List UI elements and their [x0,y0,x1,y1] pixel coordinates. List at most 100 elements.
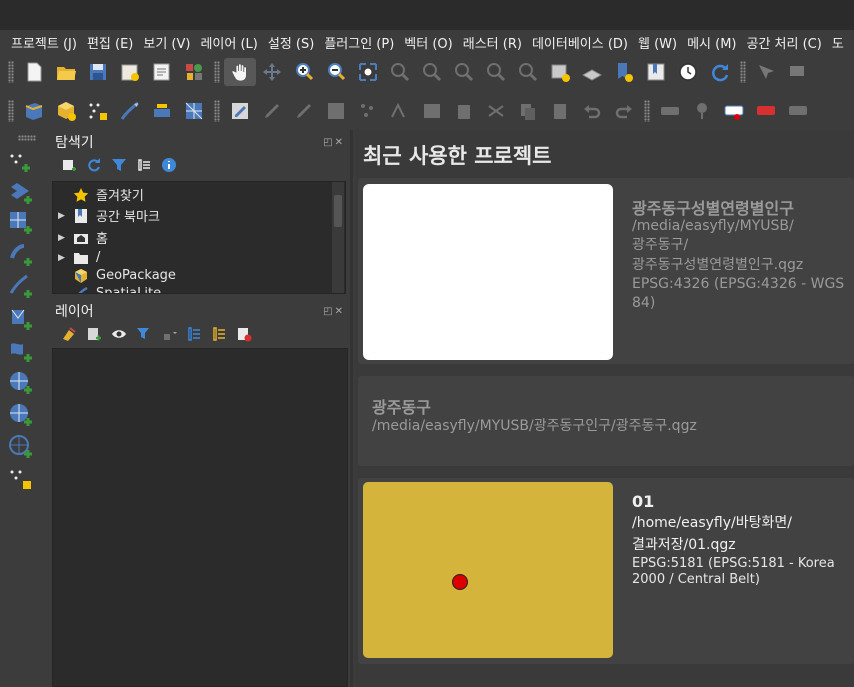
new-geopackage-layer-icon[interactable] [50,97,82,125]
toolbar-grip[interactable] [8,61,14,83]
zoom-native-icon[interactable] [448,58,480,86]
save-project-icon[interactable] [82,58,114,86]
tree-item-spatial-bookmarks[interactable]: ▶ 공간 북마크 [53,205,333,226]
menu-web[interactable]: 웹 (W) [633,33,682,52]
tree-item-home[interactable]: ▶ 홈 [53,227,333,248]
filter-icon[interactable] [106,154,131,176]
label-red-icon[interactable] [750,97,782,125]
zoom-to-layer-icon[interactable] [416,58,448,86]
add-point-icon[interactable] [352,97,384,125]
new-temporary-layer-icon[interactable] [82,97,114,125]
panel-float-close-icon[interactable]: ◰✕ [323,137,349,148]
menu-edit[interactable]: 편집 (E) [82,33,138,52]
menu-project[interactable]: 프로젝트 (J) [6,33,82,52]
zoom-out-icon[interactable] [320,58,352,86]
menu-view[interactable]: 보기 (V) [138,33,195,52]
add-mesh-layer-icon[interactable] [6,336,36,366]
pan-to-selection-icon[interactable] [256,58,288,86]
add-wcs-layer-icon[interactable] [6,432,36,462]
zoom-next-icon[interactable] [512,58,544,86]
label-highlight-icon[interactable] [718,97,750,125]
pan-map-icon[interactable] [224,58,256,86]
tree-item-favorites[interactable]: 즐겨찾기 [53,184,333,205]
toolbar-grip[interactable] [740,61,746,83]
label-toolbar-icon[interactable] [654,97,686,125]
pencil-icon[interactable] [288,97,320,125]
scroll-thumb[interactable] [334,195,342,227]
temporal-controller-icon[interactable] [672,58,704,86]
filter-legend-icon[interactable] [131,323,156,345]
toggle-editing-icon[interactable] [256,97,288,125]
style-manager-icon[interactable] [178,58,210,86]
pin-labels-icon[interactable] [686,97,718,125]
recent-project-card[interactable]: 광주동구성별연령별인구 /media/easyfly/MYUSB/ 광주동구/ … [358,178,854,364]
toolbar-grip[interactable] [8,100,14,122]
menu-plugins[interactable]: 플러그인 (P) [319,33,399,52]
add-vector-layer-icon[interactable] [6,178,36,208]
add-wfs-layer-icon[interactable] [6,400,36,430]
dock-splitter[interactable] [350,130,353,687]
menu-raster[interactable]: 래스터 (R) [458,33,527,52]
panel-float-close-icon[interactable]: ◰✕ [323,306,349,317]
menu-database[interactable]: 데이터베이스 (D) [527,33,633,52]
zoom-full-icon[interactable] [352,58,384,86]
recent-project-card[interactable]: 광주동구 /media/easyfly/MYUSB/광주동구인구/광주동구.qg… [358,376,854,466]
save-edits-icon[interactable] [320,97,352,125]
new-temporary-scratch-layer-icon[interactable] [6,464,36,494]
expand-arrow-icon[interactable]: ▶ [58,233,72,243]
new-mesh-layer-icon[interactable] [178,97,210,125]
zoom-in-icon[interactable] [288,58,320,86]
data-source-manager-icon[interactable] [18,97,50,125]
paste-features-icon[interactable] [544,97,576,125]
refresh-icon[interactable] [81,154,106,176]
filter-expression-icon[interactable] [156,323,181,345]
add-selected-layers-icon[interactable] [56,154,81,176]
menu-help[interactable]: 도 [827,33,849,52]
open-layer-styling-icon[interactable] [56,323,81,345]
menu-processing[interactable]: 공간 처리 (C) [742,33,827,52]
tree-item-spatialite[interactable]: SpatiaLite [53,283,333,293]
add-raster-layer-icon[interactable] [6,208,36,238]
redo-icon[interactable] [608,97,640,125]
add-spatialite-layer-icon[interactable] [6,240,36,270]
menu-mesh[interactable]: 메시 (M) [682,33,741,52]
new-3d-map-icon[interactable] [576,58,608,86]
open-project-icon[interactable] [50,58,82,86]
identify-features-icon[interactable] [782,58,814,86]
show-bookmarks-icon[interactable] [640,58,672,86]
new-virtual-layer-icon[interactable] [146,97,178,125]
layers-tree[interactable] [52,348,348,687]
copy-features-icon[interactable] [512,97,544,125]
info-icon[interactable] [156,154,181,176]
expand-arrow-icon[interactable]: ▶ [58,211,72,221]
menu-layer[interactable]: 레이어 (L) [195,33,262,52]
layout-manager-icon[interactable] [146,58,178,86]
remove-layer-icon[interactable] [231,323,256,345]
cut-features-icon[interactable] [480,97,512,125]
recent-project-card[interactable]: 01 /home/easyfly/바탕화면/ 결과저장/01.qgz EPSG:… [358,478,854,664]
new-bookmark-icon[interactable] [608,58,640,86]
expand-arrow-icon[interactable]: ▶ [58,253,72,263]
browser-scrollbar[interactable] [332,182,344,293]
current-edits-icon[interactable] [224,97,256,125]
undo-icon[interactable] [576,97,608,125]
toolbar-grip[interactable] [214,61,220,83]
select-features-icon[interactable] [750,58,782,86]
delete-selected-icon[interactable] [448,97,480,125]
collapse-all-icon[interactable] [131,154,156,176]
modify-attributes-icon[interactable] [416,97,448,125]
manage-visibility-icon[interactable] [106,323,131,345]
menu-vector[interactable]: 벡터 (O) [399,33,457,52]
add-wms-layer-icon[interactable] [6,368,36,398]
new-map-view-icon[interactable] [544,58,576,86]
zoom-to-selection-icon[interactable] [384,58,416,86]
vertex-tool-icon[interactable] [384,97,416,125]
toolbar-grip[interactable] [644,100,650,122]
new-spatialite-layer-icon[interactable] [114,97,146,125]
label-move-icon[interactable] [782,97,814,125]
toolbar-grip[interactable] [214,100,220,122]
menu-settings[interactable]: 설정 (S) [263,33,319,52]
collapse-all-icon[interactable] [206,323,231,345]
new-print-layout-icon[interactable] [114,58,146,86]
zoom-last-icon[interactable] [480,58,512,86]
